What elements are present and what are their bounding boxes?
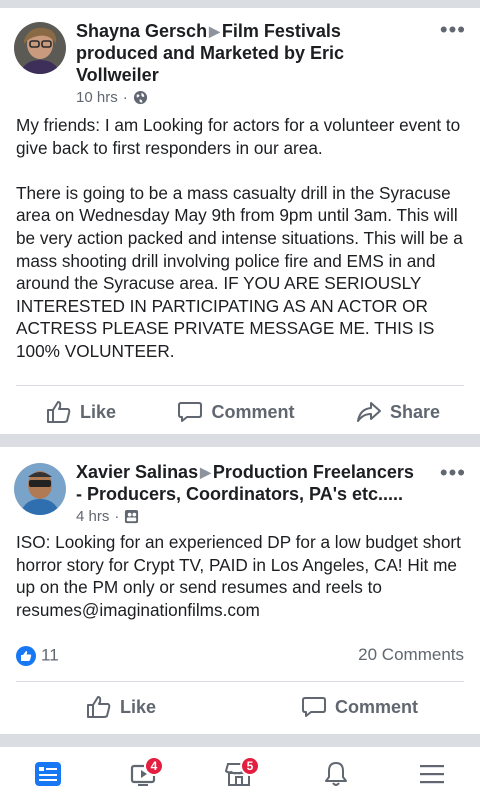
bottom-navigation: 4 5 bbox=[0, 747, 480, 797]
feed-separator bbox=[0, 0, 480, 8]
share-button[interactable]: Share bbox=[356, 400, 440, 424]
nav-menu[interactable] bbox=[412, 754, 452, 794]
comment-button[interactable]: Comment bbox=[301, 695, 418, 719]
thumbs-up-icon bbox=[47, 401, 71, 423]
post-actions: Like Comment Share bbox=[0, 400, 480, 424]
reaction-summary[interactable]: 11 bbox=[16, 645, 59, 666]
menu-icon bbox=[420, 765, 444, 784]
post-meta: 4 hrs · bbox=[76, 508, 420, 525]
post-reactions-bar: 11 20 Comments bbox=[16, 645, 464, 666]
post-header: Shayna Gersch ▶ Film Festivals produced an… bbox=[0, 8, 480, 106]
marketplace-badge: 5 bbox=[240, 756, 260, 776]
comment-count[interactable]: 20 Comments bbox=[358, 645, 464, 665]
post-time[interactable]: 4 hrs bbox=[76, 508, 109, 525]
author-name[interactable]: Shayna Gersch bbox=[76, 21, 207, 41]
post-title: Shayna Gersch ▶ Film Festivals produced an… bbox=[76, 20, 420, 86]
post-time[interactable]: 10 hrs bbox=[76, 89, 118, 106]
share-label: Share bbox=[389, 401, 440, 422]
more-options-icon[interactable]: ••• bbox=[440, 19, 466, 41]
nav-notifications[interactable] bbox=[316, 754, 356, 794]
avatar[interactable] bbox=[14, 22, 66, 74]
group-icon bbox=[125, 509, 139, 524]
comment-icon bbox=[178, 402, 203, 422]
arrow-right-icon: ▶ bbox=[200, 464, 211, 480]
post-text: ISO: Looking for an experienced DP for a… bbox=[16, 532, 461, 620]
nav-news-feed[interactable] bbox=[28, 754, 68, 794]
notifications-icon bbox=[325, 762, 347, 786]
reaction-count: 11 bbox=[41, 645, 59, 665]
globe-icon bbox=[133, 90, 147, 105]
watch-badge: 4 bbox=[144, 756, 164, 776]
comment-button[interactable]: Comment bbox=[177, 400, 295, 424]
like-label: Like bbox=[80, 401, 117, 422]
like-label: Like bbox=[120, 696, 157, 717]
nav-marketplace[interactable]: 5 bbox=[220, 754, 260, 794]
feed-post: Shayna Gersch ▶ Film Festivals produced an… bbox=[0, 8, 480, 434]
nav-watch[interactable]: 4 bbox=[124, 754, 164, 794]
share-icon bbox=[356, 402, 381, 422]
news-feed-icon bbox=[35, 762, 61, 786]
post-meta: 10 hrs · bbox=[76, 89, 420, 106]
comment-label: Comment bbox=[211, 401, 295, 422]
post-header: Xavier Salinas ▶ Production Freelancers - … bbox=[0, 447, 480, 525]
author-name[interactable]: Xavier Salinas bbox=[76, 462, 198, 482]
feed-post: Xavier Salinas ▶ Production Freelancers - … bbox=[0, 447, 480, 734]
like-button[interactable]: Like bbox=[86, 695, 156, 719]
like-button[interactable]: Like bbox=[46, 400, 116, 424]
comment-icon bbox=[301, 697, 326, 717]
like-reaction-icon bbox=[16, 645, 36, 666]
more-options-icon[interactable]: ••• bbox=[440, 462, 466, 484]
divider bbox=[16, 681, 464, 682]
divider bbox=[16, 385, 464, 386]
thumbs-up-icon bbox=[87, 696, 111, 718]
comment-label: Comment bbox=[334, 696, 418, 717]
post-text: My friends: I am Looking for actors for … bbox=[16, 115, 463, 361]
post-title: Xavier Salinas ▶ Production Freelancers - … bbox=[76, 461, 420, 505]
avatar[interactable] bbox=[14, 463, 66, 515]
arrow-right-icon: ▶ bbox=[209, 23, 220, 39]
post-actions: Like Comment bbox=[0, 695, 480, 719]
